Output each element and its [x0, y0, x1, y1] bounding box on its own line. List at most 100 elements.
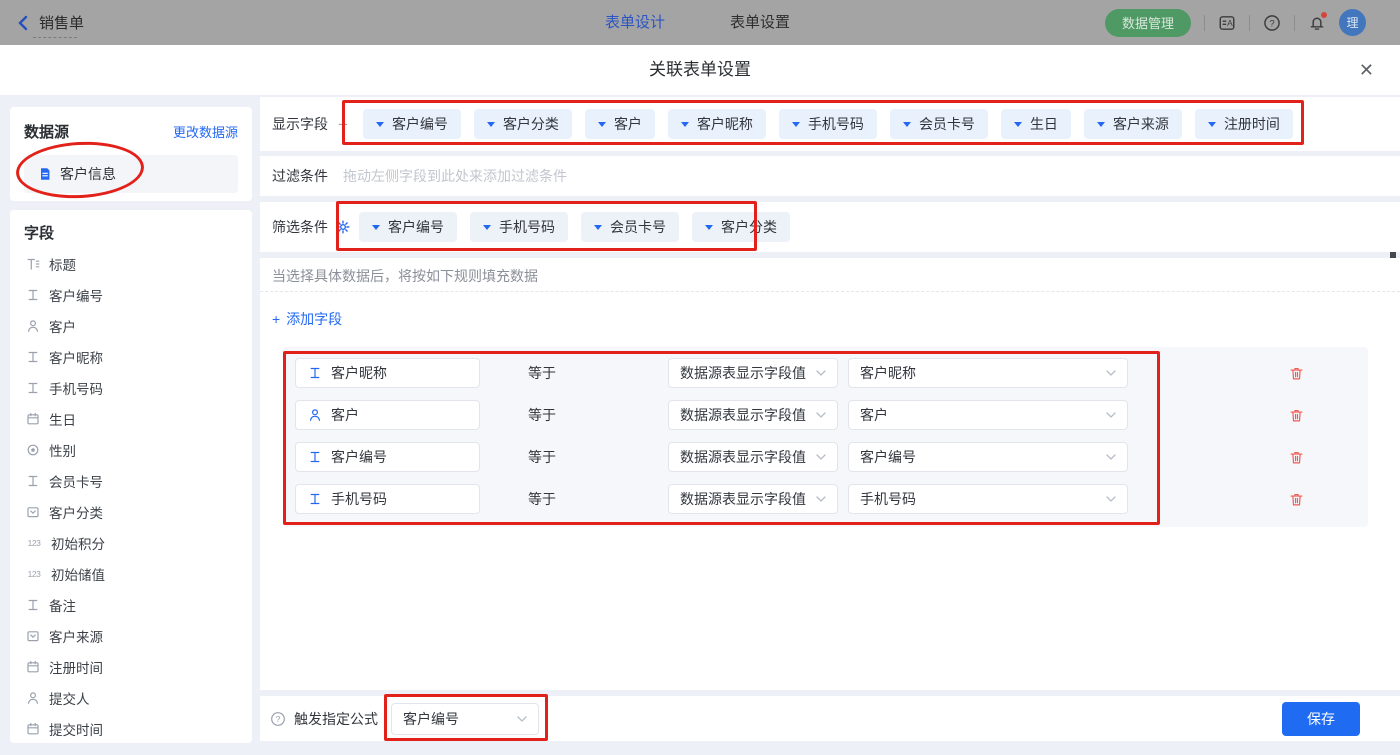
divider — [1204, 15, 1205, 31]
tab-form-design[interactable]: 表单设计 — [605, 0, 665, 45]
delete-rule-icon[interactable] — [1289, 366, 1304, 381]
field-chip[interactable]: 手机号码 — [470, 212, 568, 242]
document-icon — [38, 167, 52, 181]
rule-operator: 等于 — [528, 489, 558, 509]
field-item[interactable]: 客户昵称 — [10, 341, 252, 372]
notification-dot — [1321, 12, 1327, 18]
field-chip[interactable]: 客户分类 — [474, 109, 572, 139]
tab-form-settings[interactable]: 表单设置 — [730, 0, 790, 45]
field-chip[interactable]: 客户编号 — [359, 212, 457, 242]
number-field-icon: 123 — [26, 569, 42, 579]
rule-target-field[interactable]: 客户编号 — [295, 442, 480, 472]
field-item[interactable]: 客户 — [10, 310, 252, 341]
text-field-icon — [26, 288, 40, 302]
field-item[interactable]: 标题 — [10, 248, 252, 279]
field-item[interactable]: 注册时间 — [10, 651, 252, 682]
app-window: 销售单 表单设计 表单设置 数据管理 A ? 理 关联表单设置 ✕ — [0, 0, 1400, 755]
chevron-down-icon — [681, 122, 689, 127]
field-chip[interactable]: 客户昵称 — [668, 109, 766, 139]
chevron-down-icon — [517, 716, 527, 722]
form-name-underline — [33, 37, 77, 38]
extensions-icon[interactable]: A — [1218, 14, 1236, 32]
field-chip[interactable]: 客户编号 — [363, 109, 461, 139]
save-button[interactable]: 保存 — [1282, 702, 1360, 736]
rule-row: 客户昵称 等于 数据源表显示字段值 客户昵称 — [295, 358, 1356, 388]
datasource-selected-item[interactable]: 客户信息 — [24, 155, 238, 193]
fill-rules-hint: 当选择具体数据后，将按如下规则填充数据 — [260, 258, 1400, 292]
rule-value-select[interactable]: 手机号码 — [848, 484, 1128, 514]
rule-source-select[interactable]: 数据源表显示字段值 — [668, 484, 838, 514]
field-chip[interactable]: 会员卡号 — [581, 212, 679, 242]
help-icon[interactable]: ? — [1263, 14, 1281, 32]
rule-row: 客户 等于 数据源表显示字段值 客户 — [295, 400, 1356, 430]
rule-value-select[interactable]: 客户编号 — [848, 442, 1128, 472]
heading-icon — [26, 257, 40, 271]
rule-operator: 等于 — [528, 405, 558, 425]
gear-icon[interactable] — [336, 220, 350, 234]
rule-target-field[interactable]: 客户昵称 — [295, 358, 480, 388]
text-field-icon — [26, 381, 40, 395]
chevron-down-icon — [705, 225, 713, 230]
fields-title: 字段 — [10, 222, 252, 248]
rule-value-select[interactable]: 客户 — [848, 400, 1128, 430]
divider — [1294, 15, 1295, 31]
chevron-down-icon — [1208, 122, 1216, 127]
field-chip[interactable]: 生日 — [1001, 109, 1071, 139]
rule-source-select[interactable]: 数据源表显示字段值 — [668, 400, 838, 430]
filter-condition-row[interactable]: 过滤条件 拖动左侧字段到此处来添加过滤条件 — [260, 156, 1400, 196]
text-field-icon — [308, 492, 322, 506]
avatar[interactable]: 理 — [1339, 9, 1366, 36]
delete-rule-icon[interactable] — [1289, 450, 1304, 465]
field-item[interactable]: 会员卡号 — [10, 465, 252, 496]
text-field-icon — [26, 350, 40, 364]
delete-rule-icon[interactable] — [1289, 408, 1304, 423]
field-item[interactable]: 123 初始储值 — [10, 558, 252, 589]
field-item[interactable]: 性别 — [10, 434, 252, 465]
user-icon — [26, 691, 40, 705]
field-item[interactable]: 客户编号 — [10, 279, 252, 310]
notification-bell-icon[interactable] — [1308, 14, 1326, 32]
back-icon[interactable] — [16, 15, 30, 31]
rule-target-field[interactable]: 客户 — [295, 400, 480, 430]
svg-text:?: ? — [276, 714, 281, 724]
form-name[interactable]: 销售单 — [39, 12, 84, 33]
footer-bar: ? 触发指定公式 客户编号 保存 — [260, 696, 1400, 741]
help-circle-icon[interactable]: ? — [270, 711, 286, 727]
radio-icon — [26, 443, 40, 457]
trigger-formula-select[interactable]: 客户编号 — [391, 703, 539, 735]
rule-target-field[interactable]: 手机号码 — [295, 484, 480, 514]
display-field-chips: 客户编号 客户分类 客户 客户昵称 手机号码 会员卡号 生日 客户来源 注册时间 — [363, 109, 1293, 139]
change-datasource-link[interactable]: 更改数据源 — [173, 122, 238, 141]
datasource-title: 数据源 — [24, 121, 69, 142]
field-chip[interactable]: 客户分类 — [692, 212, 790, 242]
rule-source-select[interactable]: 数据源表显示字段值 — [668, 358, 838, 388]
chevron-down-icon — [816, 412, 826, 418]
field-item[interactable]: 备注 — [10, 589, 252, 620]
field-chip[interactable]: 客户来源 — [1084, 109, 1182, 139]
rule-row: 客户编号 等于 数据源表显示字段值 客户编号 — [295, 442, 1356, 472]
field-chip[interactable]: 注册时间 — [1195, 109, 1293, 139]
chevron-down-icon — [816, 370, 826, 376]
chevron-down-icon — [598, 122, 606, 127]
field-item[interactable]: 提交时间 — [10, 713, 252, 743]
rule-source-select[interactable]: 数据源表显示字段值 — [668, 442, 838, 472]
field-chip[interactable]: 会员卡号 — [890, 109, 988, 139]
rule-row: 手机号码 等于 数据源表显示字段值 手机号码 — [295, 484, 1356, 514]
field-chip[interactable]: 客户 — [585, 109, 655, 139]
calendar-icon — [26, 412, 40, 426]
delete-rule-icon[interactable] — [1289, 492, 1304, 507]
field-item[interactable]: 123 初始积分 — [10, 527, 252, 558]
field-item[interactable]: 生日 — [10, 403, 252, 434]
data-manage-button[interactable]: 数据管理 — [1105, 9, 1191, 37]
close-icon[interactable]: ✕ — [1359, 58, 1374, 82]
field-chip[interactable]: 手机号码 — [779, 109, 877, 139]
rule-value-select[interactable]: 客户昵称 — [848, 358, 1128, 388]
field-item[interactable]: 客户来源 — [10, 620, 252, 651]
add-field-link[interactable]: + 添加字段 — [272, 309, 342, 329]
field-item[interactable]: 客户分类 — [10, 496, 252, 527]
add-display-field-button[interactable]: + — [338, 116, 348, 133]
field-item[interactable]: 提交人 — [10, 682, 252, 713]
field-item[interactable]: 手机号码 — [10, 372, 252, 403]
dropdown-field-icon — [26, 505, 40, 519]
fields-card: 字段 标题 客户编号 客户 客户昵称 手机号码 — [10, 210, 252, 743]
